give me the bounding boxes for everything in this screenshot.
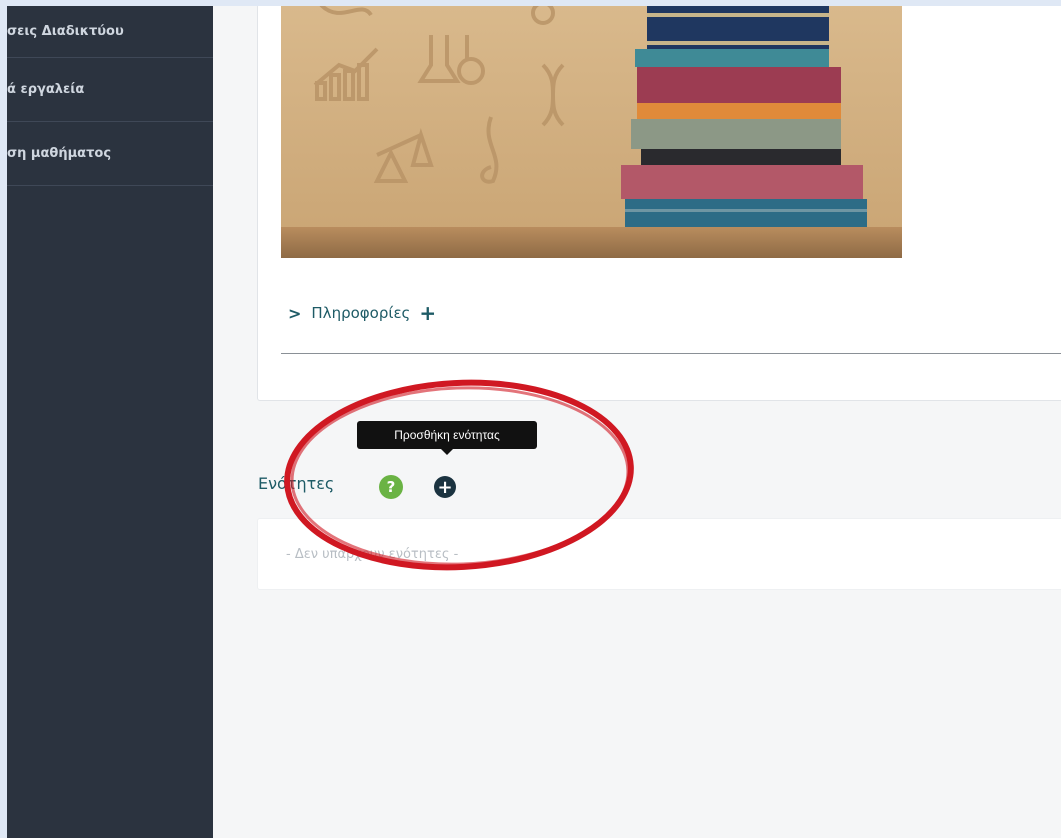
plus-icon[interactable]: +: [419, 303, 436, 323]
sidebar-item-tools[interactable]: ά εργαλεία: [7, 58, 213, 122]
sidebar-item-label: σεις Διαδικτύου: [7, 24, 124, 39]
info-label: Πληροφορίες: [311, 304, 411, 322]
empty-sections-text: - Δεν υπάρχουν ενότητες -: [286, 547, 459, 562]
help-icon[interactable]: ?: [379, 475, 403, 499]
books-illustration: [281, 6, 902, 258]
sidebar-item-label: ση μαθήματος: [7, 146, 112, 161]
add-section-icon[interactable]: +: [434, 476, 456, 498]
sidebar: σεις Διαδικτύου ά εργαλεία ση μαθήματος: [7, 6, 213, 838]
add-section-tooltip: Προσθήκη ενότητας: [357, 421, 537, 455]
course-image: [281, 6, 902, 258]
sections-title: Ενότητες: [258, 474, 335, 493]
sections-list: - Δεν υπάρχουν ενότητες -: [257, 518, 1061, 590]
sidebar-item-course-admin[interactable]: ση μαθήματος: [7, 122, 213, 186]
chevron-right-icon: >: [288, 303, 302, 323]
sidebar-item-web-links[interactable]: σεις Διαδικτύου: [7, 6, 213, 58]
info-toggle[interactable]: > Πληροφορίες +: [288, 303, 436, 323]
course-card: > Πληροφορίες +: [257, 6, 1061, 401]
sidebar-item-label: ά εργαλεία: [7, 82, 85, 97]
divider: [281, 353, 1061, 354]
app-frame: σεις Διαδικτύου ά εργαλεία ση μαθήματος: [7, 6, 1061, 838]
